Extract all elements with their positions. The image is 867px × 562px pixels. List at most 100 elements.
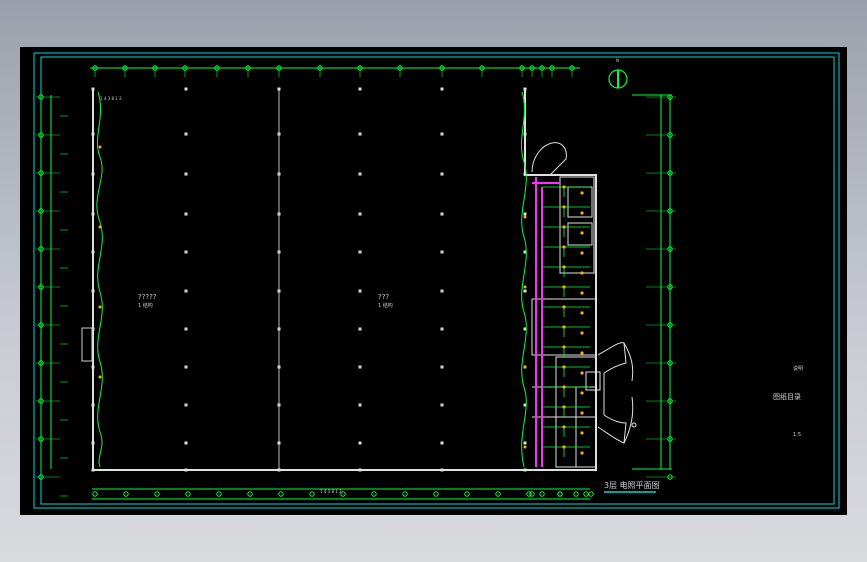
bottom-axis-bubble: [557, 491, 563, 497]
hall-light-fixtures: [98, 133, 527, 449]
hall-right-sub: 1 结构: [378, 302, 393, 309]
structural-column: [440, 87, 444, 91]
bottom-axis-bubble: [278, 491, 284, 497]
light-fixture: [278, 133, 280, 135]
wing-fixture: [580, 451, 584, 455]
light-fixture: [441, 133, 443, 135]
structural-column: [523, 468, 527, 472]
structural-column: [523, 132, 527, 136]
bottom-axis-bubble: [539, 491, 545, 497]
hall-left-label: ?????: [138, 293, 157, 301]
structural-column: [358, 441, 362, 445]
wall-fixture: [98, 305, 102, 309]
wing-fixture: [580, 271, 584, 275]
light-fixture: [359, 133, 361, 135]
light-fixture: [278, 290, 280, 292]
structural-column: [91, 132, 95, 136]
bottom-axis-bubble: [529, 491, 535, 497]
north-arrow-icon: N: [608, 58, 628, 89]
light-fixture: [441, 173, 443, 175]
bottom-axis-bubble: [185, 491, 191, 497]
svg-text:N: N: [616, 58, 619, 63]
light-fixture: [185, 366, 187, 368]
structural-column: [523, 87, 527, 91]
structural-column: [91, 468, 95, 472]
wall-fixture: [523, 215, 527, 219]
light-fixture: [185, 290, 187, 292]
structural-column: [523, 441, 527, 445]
bottom-axis-bubble: [464, 491, 470, 497]
light-fixture: [278, 328, 280, 330]
wall-fixture: [523, 285, 527, 289]
structural-column: [523, 289, 527, 293]
structural-column: [523, 212, 527, 216]
side-note-top: 说明: [793, 365, 803, 372]
light-fixture: [359, 173, 361, 175]
light-fixture: [441, 328, 443, 330]
wing-fixture: [580, 411, 584, 415]
structural-column: [277, 441, 281, 445]
light-fixture: [359, 366, 361, 368]
structural-column: [358, 87, 362, 91]
structural-column: [91, 441, 95, 445]
entrance-canopy: [585, 342, 637, 444]
left-panel-box: [81, 327, 93, 362]
structural-column: [91, 172, 95, 176]
bottom-axis-bubble: [92, 491, 98, 497]
structural-column: [91, 250, 95, 254]
structural-column: [91, 403, 95, 407]
bottom-axis-bubble: [433, 491, 439, 497]
wall-fixture: [98, 145, 102, 149]
light-fixture: [359, 251, 361, 253]
wing-fixture: [580, 291, 584, 295]
wing-fixture: [580, 311, 584, 315]
wing-branch-circuits: [542, 185, 590, 457]
light-fixture: [185, 213, 187, 215]
structural-column: [277, 468, 281, 472]
bottom-axis-bubble: [583, 491, 589, 497]
bottom-axis-bubble: [123, 491, 129, 497]
bottom-axis-bubble: [573, 491, 579, 497]
bottom-axis-bubbles: [92, 491, 594, 497]
wall-fixture: [523, 445, 527, 449]
bottom-axis-bubble: [309, 491, 315, 497]
floor-plan-drawing: ????? 1 结构 ??? 1 结构 1 4 3 8 1 2 1 4 3 8 …: [33, 52, 840, 509]
top-axis-bubbles: [92, 65, 575, 77]
bottom-axis-bubble: [247, 491, 253, 497]
bottom-axis-bubble: [216, 491, 222, 497]
bottom-axis-bubble: [588, 491, 594, 497]
light-fixture: [359, 290, 361, 292]
light-fixture: [185, 404, 187, 406]
wing-fixture: [580, 251, 584, 255]
top-annotation: 1 4 3 8 1 2: [100, 96, 122, 101]
wing-fixture: [580, 371, 584, 375]
structural-column: [91, 87, 95, 91]
drawing-title: 3层 电照平面图: [604, 480, 660, 490]
hall-right-label: ???: [378, 293, 389, 301]
light-fixture: [185, 328, 187, 330]
light-fixture: [278, 366, 280, 368]
light-fixture: [441, 251, 443, 253]
light-fixture: [441, 366, 443, 368]
wing-fixture: [580, 231, 584, 235]
light-fixture: [185, 251, 187, 253]
light-fixture: [185, 133, 187, 135]
light-fixture: [359, 404, 361, 406]
bottom-axis-bubble: [402, 491, 408, 497]
side-note-bottom: 1:5: [793, 432, 801, 438]
structural-column: [440, 468, 444, 472]
structural-column: [184, 87, 188, 91]
structural-column: [91, 365, 95, 369]
light-fixture: [278, 251, 280, 253]
cad-viewport[interactable]: ????? 1 结构 ??? 1 结构 1 4 3 8 1 2 1 4 3 8 …: [20, 47, 847, 515]
structural-column: [91, 289, 95, 293]
sheet-inner-frame: [40, 56, 835, 505]
wing-fixture: [580, 331, 584, 335]
wall-fixture: [98, 225, 102, 229]
structural-column: [358, 468, 362, 472]
light-fixture: [359, 328, 361, 330]
light-fixture: [359, 213, 361, 215]
wing-fixture: [580, 191, 584, 195]
structural-column: [91, 212, 95, 216]
structural-column: [184, 468, 188, 472]
